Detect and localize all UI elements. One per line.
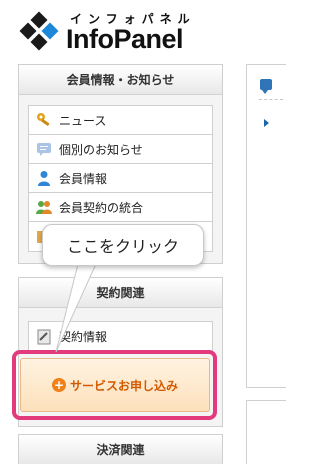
service-application-label: サービスお申し込み — [69, 378, 178, 393]
menu-item-contract-info[interactable]: 契約情報 — [29, 322, 212, 351]
arrow-right-icon[interactable] — [264, 119, 269, 127]
menu-item-contract-merge[interactable]: 会員契約の統合 — [29, 193, 212, 222]
dashed-divider — [259, 99, 283, 100]
logo-mark-icon — [18, 11, 60, 56]
merge-users-icon — [35, 198, 53, 216]
contract-menu: 契約情報 — [28, 321, 213, 352]
key-icon — [35, 111, 53, 129]
member-info-panel-title: 会員情報・お知らせ — [19, 65, 222, 95]
logo-wordmark: InfoPanel — [66, 24, 184, 54]
menu-item-individual-notice[interactable]: 個別のお知らせ — [29, 135, 212, 164]
menu-item-label: 会員契約の統合 — [59, 200, 144, 215]
contract-panel-title: 契約関連 — [19, 278, 222, 308]
menu-item-label: 会員情報 — [59, 171, 108, 186]
service-application-button[interactable]: + サービスお申し込み — [20, 358, 210, 412]
callout-text: ここをクリック — [66, 237, 179, 256]
infopanel-logo[interactable]: インフォパネル InfoPanel — [18, 10, 218, 58]
payment-panel: 決済関連 — [18, 434, 223, 464]
message-icon — [35, 140, 53, 158]
menu-item-member-info[interactable]: 会員情報 — [29, 164, 212, 193]
payment-panel-title: 決済関連 — [19, 435, 222, 464]
secondary-content-panel — [246, 400, 286, 464]
click-here-callout: ここをクリック — [42, 224, 204, 266]
document-icon — [35, 328, 53, 346]
user-icon — [35, 169, 53, 187]
menu-item-label: ニュース — [59, 113, 107, 128]
menu-item-label: 個別のお知らせ — [59, 142, 143, 157]
main-content-panel — [246, 64, 286, 388]
plus-circle-icon: + — [51, 378, 66, 392]
menu-item-label: 契約情報 — [59, 330, 108, 344]
chat-bubble-icon — [260, 79, 272, 94]
menu-item-news[interactable]: ニュース — [29, 106, 212, 135]
